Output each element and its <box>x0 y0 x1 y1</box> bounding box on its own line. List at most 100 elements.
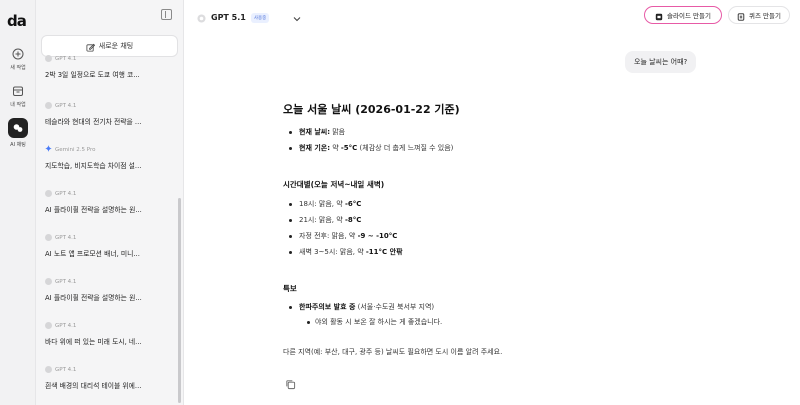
new-chat-label: 새로운 채팅 <box>98 42 134 50</box>
hourly-heading: 시간대별(오늘 저녁~내일 새벽) <box>283 180 385 189</box>
hourly-list: 18시: 맑음, 약 -6°C 21시: 맑음, 약 -8°C 자정 전후: 맑… <box>283 201 683 265</box>
chat-list-item[interactable]: GPT 4.1 2박 3일 일정으로 도쿄 여행 코... <box>45 54 175 79</box>
answer-footer: 다른 지역(예: 부산, 대구, 광주 등) 날씨도 필요하면 도시 이름 알려… <box>283 348 503 356</box>
make-quiz-label: 퀴즈 만들기 <box>749 12 781 20</box>
current-weather-list: 현재 날씨: 맑음 현재 기온: 약 -5°C (체감상 더 춥게 느껴질 수 … <box>283 129 683 161</box>
slides-icon <box>655 6 663 25</box>
rail-item-my-tasks[interactable]: 내 작업 <box>0 84 36 108</box>
copy-icon[interactable] <box>285 375 297 390</box>
model-icon <box>197 8 206 27</box>
chat-model-label: GPT 4.1 <box>45 365 175 374</box>
sidebar-collapse-icon[interactable] <box>161 9 172 20</box>
chat-list-item[interactable]: GPT 4.1 흰색 배경의 대리석 테이블 위에... <box>45 365 175 390</box>
chat-model-name: GPT 4.1 <box>55 278 77 285</box>
bullet-key: 현재 날씨: <box>299 128 330 136</box>
bullet-strong: -5°C <box>340 144 358 152</box>
top-bar: GPT 5.1 사용중 슬라이드 만들기 퀴즈 만들기 <box>184 0 800 30</box>
bullet-strong: -9 ~ -10°C <box>357 232 398 240</box>
left-rail: da 새 작업 내 작업 AI 채팅 <box>0 0 36 405</box>
chat-model-label: GPT 4.1 <box>45 233 175 242</box>
alert-list: 한파주의보 발효 중 (서울·수도권 북서부 지역) 야외 활동 시 보온 잘 … <box>283 304 683 334</box>
bullet-strong: -8°C <box>344 216 362 224</box>
chat-model-name: GPT 4.1 <box>55 366 77 373</box>
quiz-icon <box>737 6 745 25</box>
chat-title: AI 노트 앱 프로모션 배너, 미니... <box>45 250 140 258</box>
bullet-text: 자정 전후: 맑음, 약 <box>299 232 358 240</box>
model-icon <box>45 322 52 329</box>
bullet-value: (서울·수도권 북서부 지역) <box>355 303 435 311</box>
archive-icon <box>11 84 25 98</box>
chat-model-name: GPT 4.1 <box>55 322 77 329</box>
make-slides-button[interactable]: 슬라이드 만들기 <box>644 6 722 24</box>
chat-list-item[interactable]: Gemini 2.5 Pro 지도학습, 비지도학습 차이점 설... <box>45 145 175 170</box>
plus-circle-icon <box>11 47 25 61</box>
status-badge: 사용중 <box>250 12 270 23</box>
list-item: 현재 날씨: 맑음 <box>283 129 683 145</box>
bullet-text: 야외 활동 시 보온 잘 하시는 게 좋겠습니다. <box>315 318 443 326</box>
model-icon <box>45 234 52 241</box>
model-selector[interactable]: GPT 5.1 사용중 <box>197 8 270 27</box>
chat-model-name: GPT 4.1 <box>55 190 77 197</box>
rail-item-ai-chat[interactable]: AI 채팅 <box>0 118 36 148</box>
assistant-answer: 오늘 서울 날씨 (2026-01-22 기준) 현재 날씨: 맑음 현재 기온… <box>283 101 683 334</box>
list-item: 현재 기온: 약 -5°C (체감상 더 춥게 느껴질 수 있음) <box>283 145 683 161</box>
app-window: da 새 작업 내 작업 AI 채팅 새로운 채팅 GPT 4.1 2박 3일 … <box>0 0 800 405</box>
app-logo[interactable]: da <box>7 12 27 30</box>
gemini-sparkle-icon <box>45 145 52 154</box>
rail-item-label: AI 채팅 <box>10 142 26 148</box>
chat-title: AI 플라이휠 전략을 설명하는 원... <box>45 206 142 214</box>
bullet-text: 18시: 맑음, 약 <box>299 200 345 208</box>
rail-item-label: 새 작업 <box>10 65 26 71</box>
bullet-strong: -6°C <box>344 200 362 208</box>
chat-history-sidebar: 새로운 채팅 GPT 4.1 2박 3일 일정으로 도쿄 여행 코... GPT… <box>36 0 184 405</box>
bullet-strong: -11°C 안팎 <box>365 248 403 256</box>
bullet-key: 한파주의보 발효 중 <box>299 303 356 311</box>
bullet-value: 약 <box>330 144 341 152</box>
bullet-value: 맑음 <box>330 128 346 136</box>
edit-icon <box>86 37 95 56</box>
chat-title: AI 플라이휠 전략을 설명하는 원... <box>45 294 142 302</box>
list-item: 자정 전후: 맑음, 약 -9 ~ -10°C <box>283 233 683 249</box>
answer-title: 오늘 서울 날씨 (2026-01-22 기준) <box>283 103 460 116</box>
list-item: 야외 활동 시 보온 잘 하시는 게 좋겠습니다. <box>283 319 683 334</box>
make-quiz-button[interactable]: 퀴즈 만들기 <box>728 6 790 24</box>
rail-item-label: 내 작업 <box>10 102 26 108</box>
chat-title: 테슬라와 현대의 전기차 전략을 ... <box>45 118 142 126</box>
chat-model-label: Gemini 2.5 Pro <box>45 145 175 154</box>
chat-model-label: GPT 4.1 <box>45 54 175 63</box>
chat-model-name: GPT 4.1 <box>55 234 77 241</box>
model-icon <box>45 366 52 373</box>
chat-model-label: GPT 4.1 <box>45 321 175 330</box>
list-item: 한파주의보 발효 중 (서울·수도권 북서부 지역) <box>283 304 683 319</box>
chat-list-item[interactable]: GPT 4.1 테슬라와 현대의 전기차 전략을 ... <box>45 101 175 126</box>
user-message: 오늘 날씨는 어때? <box>625 51 697 73</box>
bullet-tail: (체감상 더 춥게 느껴질 수 있음) <box>357 144 454 152</box>
rail-item-new-task[interactable]: 새 작업 <box>0 47 36 71</box>
sidebar-scrollbar[interactable] <box>178 198 181 403</box>
chat-title: 흰색 배경의 대리석 테이블 위에... <box>45 382 142 390</box>
list-item: 21시: 맑음, 약 -8°C <box>283 217 683 233</box>
model-icon <box>45 278 52 285</box>
chat-list-item[interactable]: GPT 4.1 바다 위에 떠 있는 미래 도시, 네... <box>45 321 175 346</box>
chat-list-item[interactable]: GPT 4.1 AI 노트 앱 프로모션 배너, 미니... <box>45 233 175 258</box>
chat-title: 지도학습, 비지도학습 차이점 설... <box>45 162 142 170</box>
alert-heading: 특보 <box>283 284 297 293</box>
chat-model-name: GPT 4.1 <box>55 55 77 62</box>
chat-model-label: GPT 4.1 <box>45 189 175 198</box>
chat-title: 2박 3일 일정으로 도쿄 여행 코... <box>45 71 140 79</box>
chat-model-label: GPT 4.1 <box>45 101 175 110</box>
bullet-key: 현재 기온: <box>299 144 330 152</box>
model-icon <box>45 102 52 109</box>
chat-title: 바다 위에 떠 있는 미래 도시, 네... <box>45 338 142 346</box>
make-slides-label: 슬라이드 만들기 <box>667 12 711 20</box>
model-icon <box>45 190 52 197</box>
chat-model-label: GPT 4.1 <box>45 277 175 286</box>
model-icon <box>45 55 52 62</box>
chat-list-item[interactable]: GPT 4.1 AI 플라이휠 전략을 설명하는 원... <box>45 189 175 214</box>
list-item: 새벽 3~5시: 맑음, 약 -11°C 안팎 <box>283 249 683 265</box>
chat-list-item[interactable]: GPT 4.1 AI 플라이휠 전략을 설명하는 원... <box>45 277 175 302</box>
chevron-down-icon[interactable] <box>292 9 302 28</box>
chat-bubbles-icon <box>8 118 28 138</box>
bullet-text: 21시: 맑음, 약 <box>299 216 345 224</box>
chat-model-name: GPT 4.1 <box>55 102 77 109</box>
